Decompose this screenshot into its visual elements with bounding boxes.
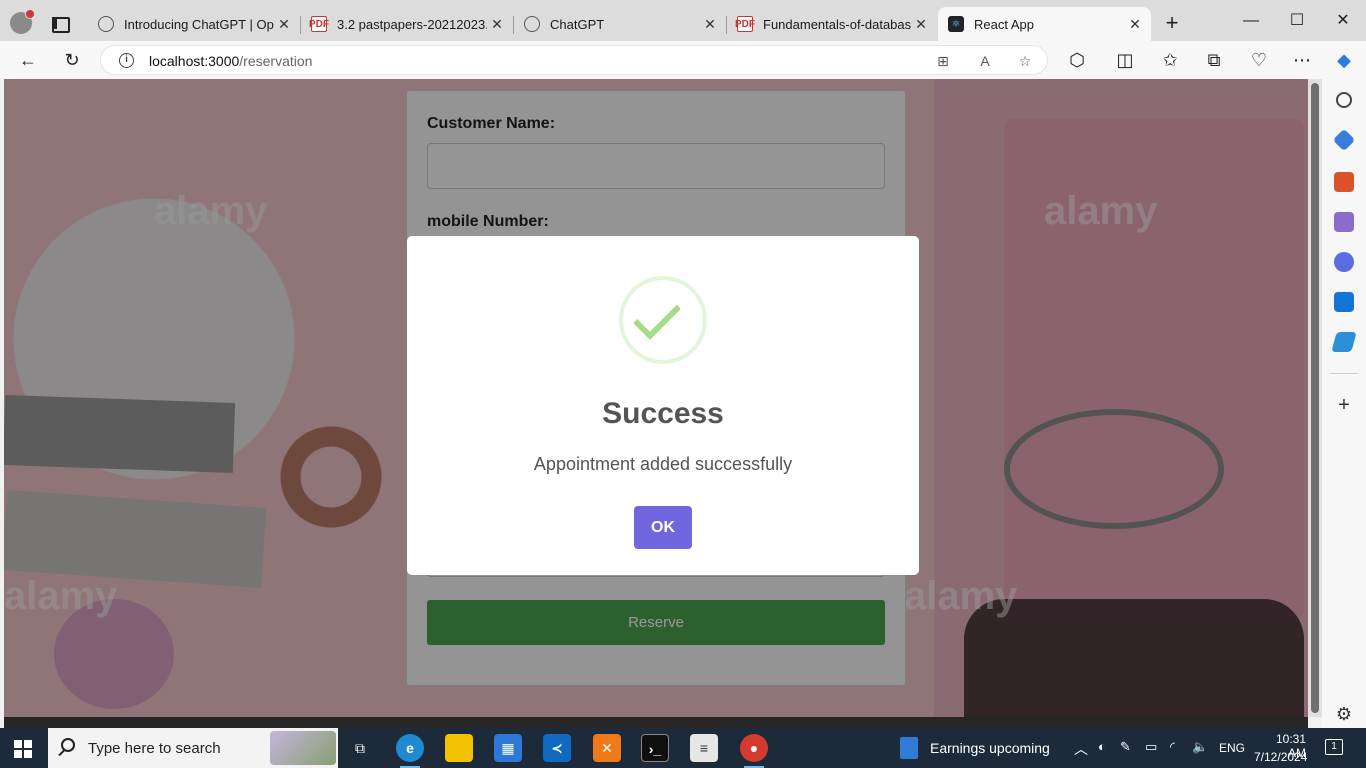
tab-bar: Introducing ChatGPT | OpenAI ✕ PDF 3.2 p…	[0, 0, 1366, 41]
page-viewport: alamy alamy alamy alamy Customer Name: m…	[4, 79, 1308, 717]
sidebar-m365-icon[interactable]	[1334, 252, 1354, 272]
dialog-title: Success	[602, 397, 724, 430]
tab-close-icon[interactable]: ✕	[1125, 16, 1145, 33]
close-window-icon[interactable]: ✕	[1320, 8, 1366, 34]
address-bar[interactable]: i localhost:3000/reservation ⊞ A ☆	[100, 45, 1048, 75]
success-dialog: Success Appointment added successfully O…	[407, 236, 919, 575]
site-info-icon[interactable]: i	[119, 53, 134, 68]
tab-introducing-chatgpt[interactable]: Introducing ChatGPT | OpenAI ✕	[88, 7, 301, 41]
xampp-icon[interactable]: ✕	[593, 734, 621, 762]
notepad-app-icon[interactable]: ≡	[690, 734, 718, 762]
read-aloud-icon[interactable]: A	[975, 51, 995, 71]
more-menu-icon[interactable]: ⋯	[1288, 47, 1316, 73]
new-tab-icon[interactable]: +	[1160, 12, 1184, 36]
tab-actions-icon[interactable]	[46, 12, 74, 34]
sidebar-settings-icon[interactable]: ⚙	[1334, 704, 1354, 724]
profile-avatar-icon[interactable]	[10, 9, 35, 34]
browser-toolbar: ← ↻ i localhost:3000/reservation ⊞ A ☆ ⬡…	[0, 41, 1366, 79]
tab-title: Introducing ChatGPT | OpenAI	[124, 16, 274, 32]
tab-fundamentals-database[interactable]: PDF Fundamentals-of-database ✕	[727, 7, 937, 41]
sidebar-outlook-icon[interactable]	[1334, 292, 1354, 312]
search-icon	[61, 738, 75, 752]
clock-date[interactable]: 7/12/2024	[1254, 750, 1307, 764]
notification-icon[interactable]: 1	[1325, 739, 1343, 755]
sidebar-divider	[1330, 373, 1358, 374]
tab-chatgpt[interactable]: ChatGPT ✕	[514, 7, 727, 41]
openai-icon	[98, 16, 114, 32]
sidebar-shopping-icon[interactable]	[1332, 128, 1356, 152]
tab-pastpapers-pdf[interactable]: PDF 3.2 pastpapers-20212023.pdf ✕	[301, 7, 514, 41]
favorites-icon[interactable]: ✩	[1156, 47, 1184, 73]
vscode-icon[interactable]: ≺	[543, 734, 571, 762]
task-view-icon[interactable]: ⧉	[346, 734, 374, 762]
taskbar-search[interactable]: Type here to search	[48, 728, 338, 768]
sidebar-search-icon[interactable]	[1336, 92, 1352, 108]
ok-button[interactable]: OK	[634, 506, 692, 549]
battery-icon[interactable]: ▭	[1145, 739, 1157, 755]
chrome-icon[interactable]: ●	[740, 734, 768, 768]
url-path: /reservation	[239, 53, 313, 69]
sidebar-drop-icon[interactable]	[1331, 332, 1357, 352]
search-placeholder: Type here to search	[88, 740, 221, 757]
tab-title: Fundamentals-of-database	[763, 16, 911, 32]
refresh-icon[interactable]: ↻	[58, 47, 86, 73]
news-widget[interactable]: Earnings upcoming	[900, 736, 1050, 760]
pdf-icon: PDF	[735, 16, 755, 32]
maximize-icon[interactable]: ☐	[1274, 8, 1320, 34]
url-host: localhost:3000	[149, 53, 240, 69]
react-icon: ⚛	[948, 16, 964, 32]
language-indicator[interactable]: ENG	[1219, 741, 1245, 755]
back-icon[interactable]: ←	[14, 47, 42, 73]
favorite-star-icon[interactable]: ☆	[1015, 51, 1035, 71]
tab-close-icon[interactable]: ✕	[911, 16, 931, 33]
news-text: Earnings upcoming	[930, 740, 1050, 756]
tab-close-icon[interactable]: ✕	[700, 16, 720, 33]
sidebar-tools-icon[interactable]	[1334, 172, 1354, 192]
stock-icon	[900, 737, 918, 759]
edge-app-icon[interactable]: e	[396, 734, 424, 768]
edge-sidebar: + ⚙	[1322, 79, 1366, 728]
tab-react-app[interactable]: ⚛ React App ✕	[938, 7, 1151, 41]
split-screen-icon[interactable]: ◫	[1111, 47, 1139, 73]
browser-essentials-icon[interactable]: ♡	[1245, 47, 1273, 73]
windows-taskbar: Type here to search ⧉ e ▦ ≺ ✕ ›_ ≡ ● Ear…	[0, 728, 1366, 768]
sidebar-games-icon[interactable]	[1334, 212, 1354, 232]
openai-icon	[524, 16, 540, 32]
dialog-message: Appointment added successfully	[533, 454, 793, 474]
terminal-icon[interactable]: ›_	[641, 734, 669, 762]
scrollbar-thumb[interactable]	[1311, 83, 1319, 713]
wifi-icon[interactable]: ◜	[1170, 739, 1175, 755]
notification-count: 1	[1331, 741, 1337, 752]
tab-title: React App	[974, 16, 1034, 32]
url-text[interactable]: localhost:3000/reservation	[149, 53, 312, 69]
app-available-icon[interactable]: ⊞	[933, 51, 953, 71]
page-bottom-strip	[4, 717, 1308, 728]
file-explorer-icon[interactable]	[445, 734, 473, 762]
show-hidden-icons[interactable]: ︿	[1074, 739, 1088, 759]
sidebar-add-icon[interactable]: +	[1334, 395, 1354, 415]
success-check-icon	[619, 276, 707, 364]
tab-title: 3.2 pastpapers-20212023.pdf	[337, 16, 487, 32]
extensions-icon[interactable]: ⬡	[1063, 47, 1091, 73]
pen-icon[interactable]: ✎	[1120, 739, 1131, 755]
tab-close-icon[interactable]: ✕	[274, 16, 294, 33]
tab-title: ChatGPT	[550, 16, 605, 32]
pdf-icon: PDF	[309, 16, 329, 32]
meet-now-icon[interactable]: ◐	[1098, 739, 1106, 754]
search-highlight-image	[270, 731, 336, 765]
modal-backdrop: Success Appointment added successfully O…	[4, 79, 1308, 717]
windows-start-icon[interactable]	[14, 740, 32, 758]
minimize-icon[interactable]: —	[1228, 8, 1274, 34]
copilot-icon[interactable]: ◆	[1330, 47, 1358, 73]
page-scrollbar[interactable]	[1308, 79, 1322, 717]
microsoft-store-icon[interactable]: ▦	[494, 734, 522, 762]
tab-close-icon[interactable]: ✕	[487, 16, 507, 33]
volume-icon[interactable]: 🔈	[1192, 739, 1208, 755]
collections-icon[interactable]: ⧉	[1200, 47, 1228, 73]
